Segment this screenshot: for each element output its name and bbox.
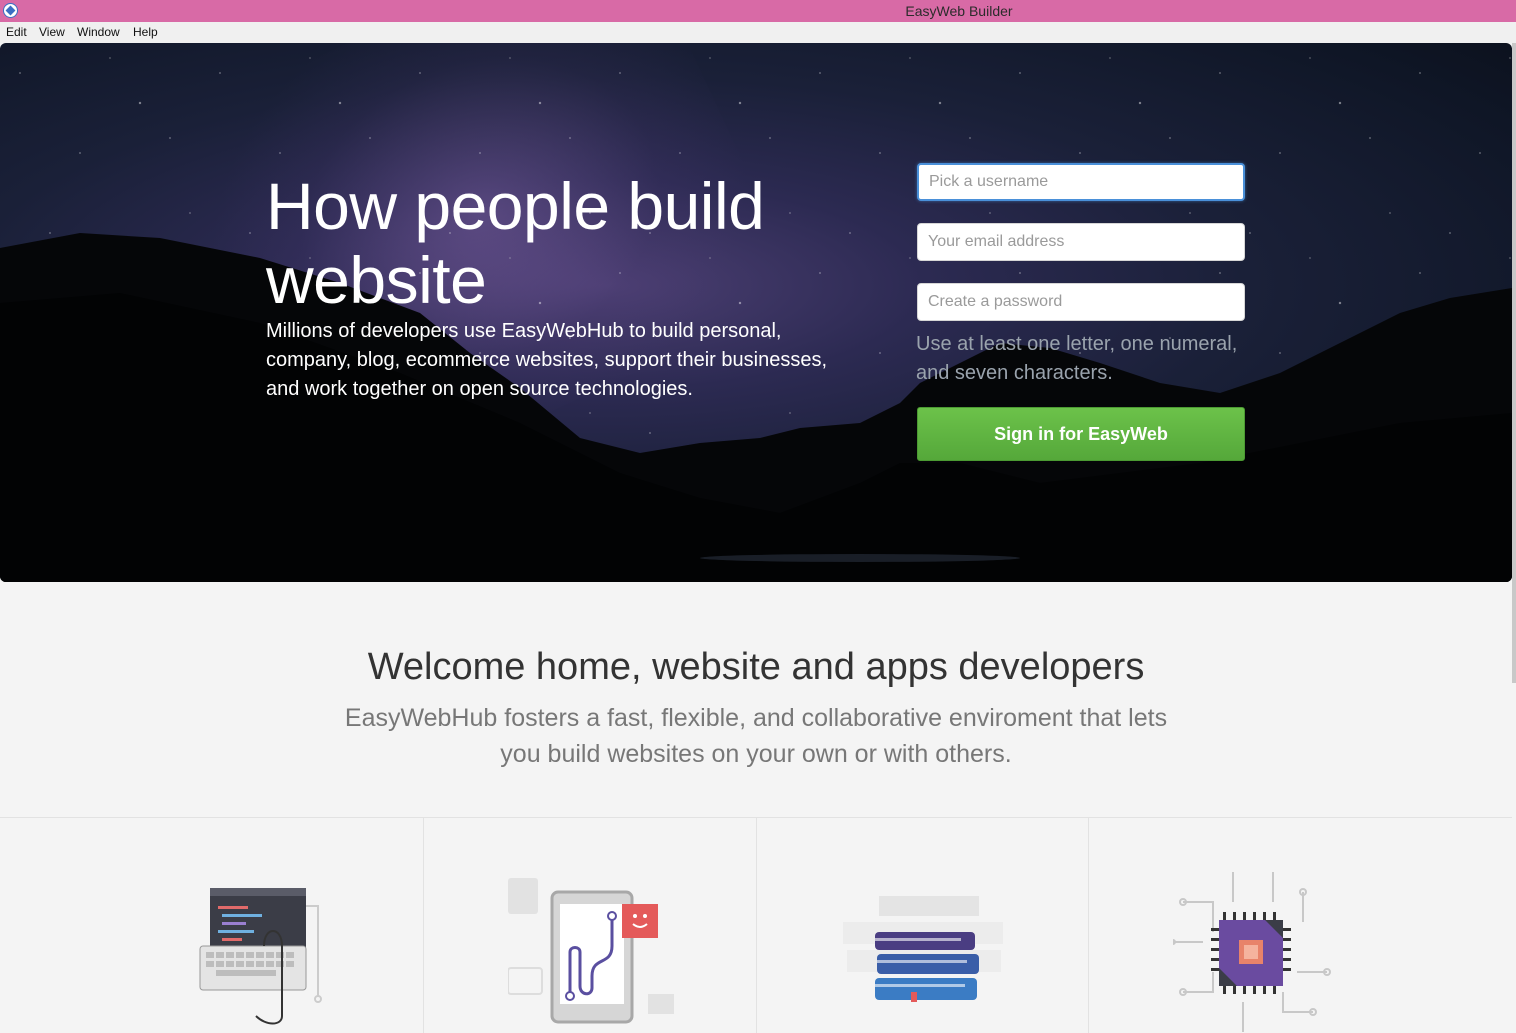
feature-code: [0, 818, 424, 1033]
code-keyboard-icon: [199, 888, 322, 1025]
feature-mobile: [424, 818, 757, 1033]
sign-in-button[interactable]: Sign in for EasyWeb: [917, 407, 1245, 461]
feature-books: [757, 818, 1089, 1033]
menu-window[interactable]: Window: [77, 25, 120, 39]
email-input[interactable]: [917, 223, 1245, 261]
password-input[interactable]: [917, 283, 1245, 321]
menu-view[interactable]: View: [39, 25, 65, 39]
window-title: EasyWeb Builder: [905, 3, 1013, 19]
features-row: [0, 817, 1512, 1033]
books-icon: [843, 896, 1003, 1002]
feature-chip: [1089, 818, 1512, 1033]
welcome-subtitle: EasyWebHub fosters a fast, flexible, and…: [344, 704, 1168, 768]
hero-title: How people build website: [266, 169, 765, 317]
vertical-scrollbar[interactable]: [1512, 43, 1516, 683]
mobile-chat-icon: [508, 878, 674, 1024]
menu-help[interactable]: Help: [133, 25, 158, 39]
hero-description: Millions of developers use EasyWebHub to…: [266, 320, 828, 400]
hero-section: How people build website Millions of dev…: [0, 43, 1512, 582]
chip-icon: [1173, 872, 1331, 1032]
menu-edit[interactable]: Edit: [6, 25, 27, 39]
title-bar: EasyWeb Builder: [0, 0, 1516, 22]
username-input[interactable]: [917, 163, 1245, 201]
password-hint: Use at least one letter, one numeral, an…: [916, 333, 1238, 384]
menu-bar: Edit View Window Help: [0, 22, 1516, 43]
welcome-title: Welcome home, website and apps developer…: [367, 646, 1145, 688]
